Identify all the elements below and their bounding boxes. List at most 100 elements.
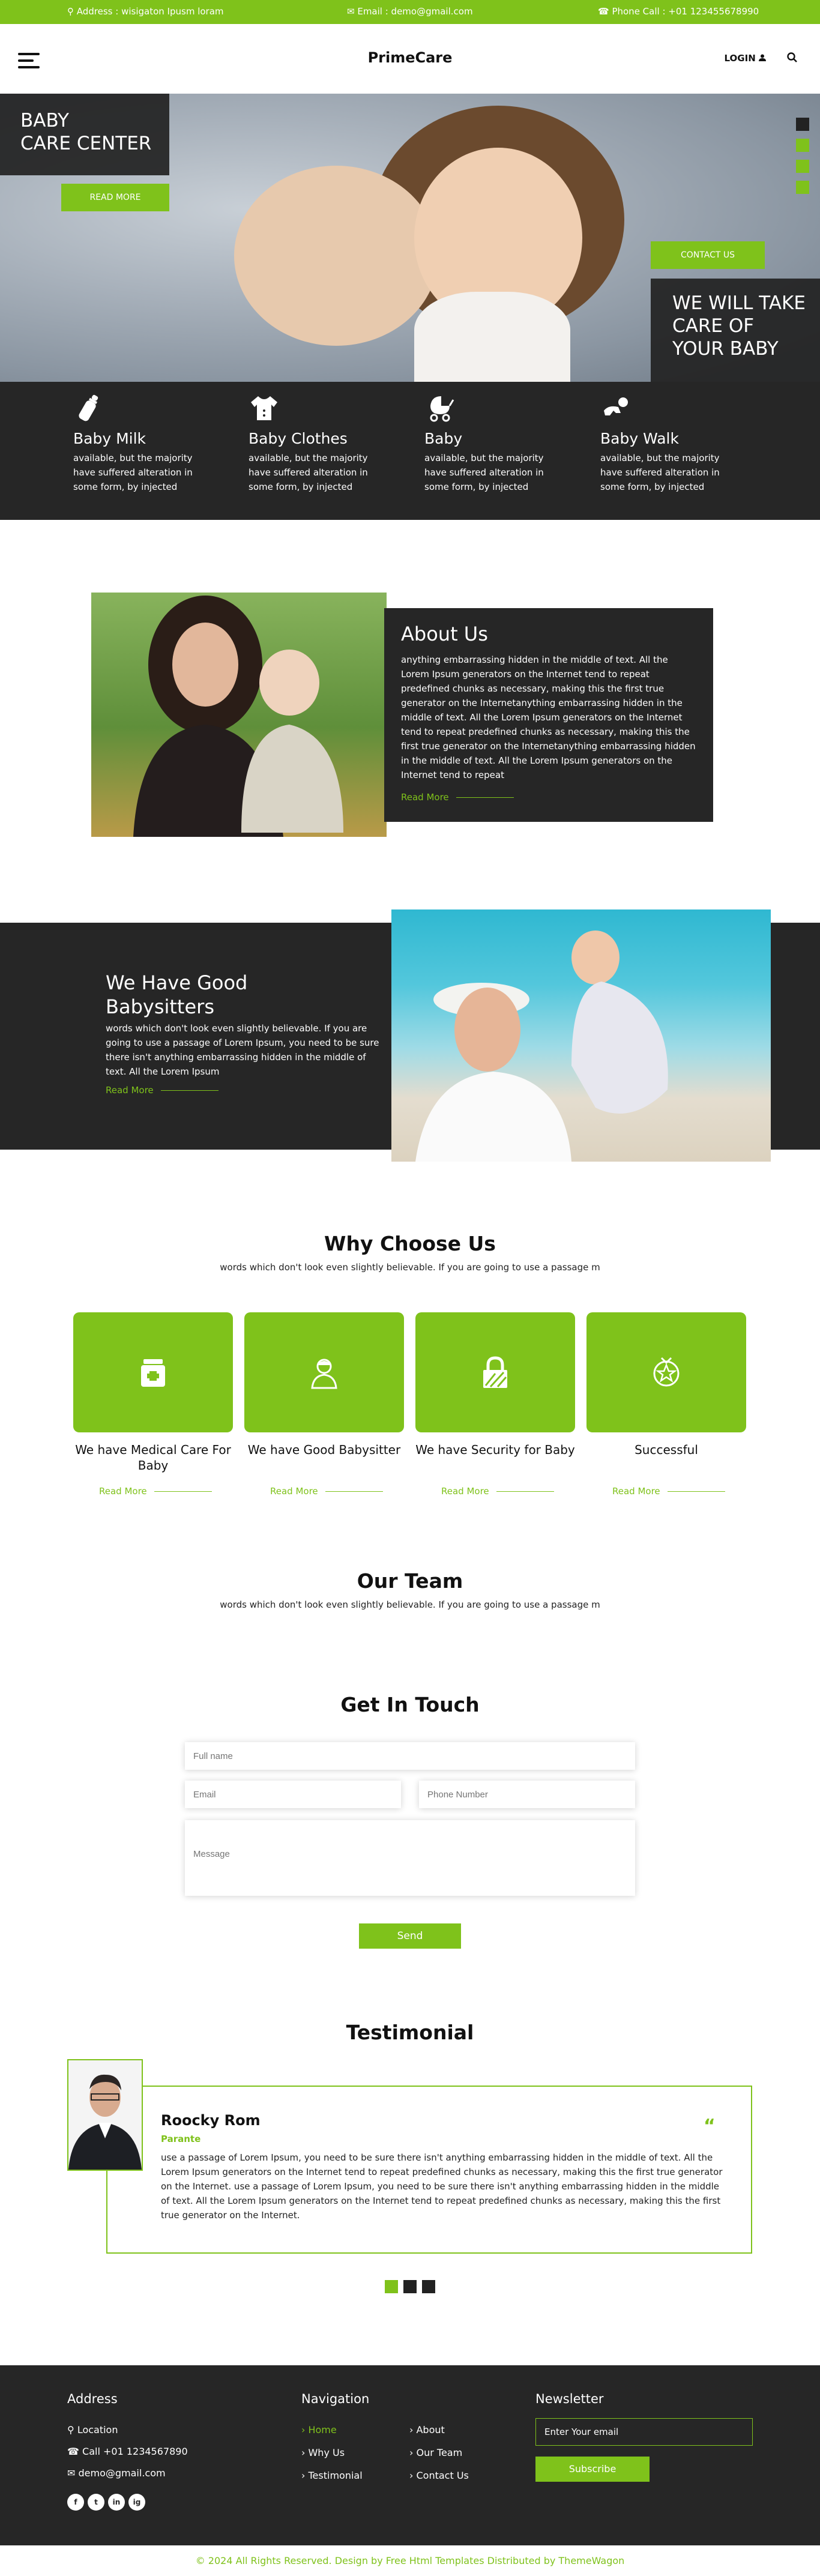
phone-icon: ☎ (67, 2446, 79, 2457)
mother-baby-illustration (133, 596, 343, 837)
about-section: About Us anything embarrassing hidden in… (384, 608, 713, 822)
babysitter-icon (311, 1359, 337, 1389)
hero-title: BABY CARE CENTER (20, 110, 152, 154)
about-photo (91, 593, 387, 837)
hero-title-box: BABY CARE CENTER (0, 94, 169, 175)
search-icon[interactable] (786, 52, 798, 64)
feature-item: Baby Clothes available, but the majority… (249, 393, 393, 494)
copyright: © 2024 All Rights Reserved. Design by Fr… (0, 2545, 820, 2576)
lock-icon (483, 1356, 507, 1388)
top-info-bar: ⚲ Address : wisigaton Ipusm loram ✉ Emai… (0, 0, 820, 24)
slide-dot[interactable] (796, 181, 809, 194)
testimonial-role: Parante (161, 2134, 201, 2144)
footer-address-title: Address (67, 2392, 118, 2406)
team-subtitle: words which don't look even slightly bel… (220, 1599, 600, 1610)
fullname-input[interactable] (185, 1742, 635, 1770)
babysitters-text: words which don't look even slightly bel… (106, 1023, 379, 1077)
linkedin-icon[interactable]: in (108, 2494, 125, 2511)
features-strip: Baby Milk available, but the majority ha… (0, 382, 820, 520)
login-link[interactable]: LOGIN (725, 53, 766, 64)
babysitters-read-more-link[interactable]: Read More (106, 1085, 219, 1096)
about-text: anything embarrassing hidden in the midd… (401, 654, 696, 780)
slide-dot[interactable] (403, 2280, 417, 2293)
contact-title: Get In Touch (340, 1693, 480, 1716)
twitter-icon[interactable]: t (88, 2494, 104, 2511)
why-read-more-link[interactable]: Read More (99, 1486, 212, 1497)
feature-item: Baby Milk available, but the majority ha… (73, 393, 217, 494)
hero-photo-dress (414, 292, 570, 382)
babysitter-photo (391, 909, 771, 1162)
slide-dot[interactable] (796, 139, 809, 152)
why-card[interactable] (415, 1312, 575, 1432)
testimonial-title: Testimonial (346, 2021, 474, 2044)
topbar-phone[interactable]: ☎ Phone Call : +01 123455678990 (598, 6, 759, 17)
why-card-title: We have Medical Care For Baby (75, 1443, 231, 1473)
feature-item: Baby available, but the majority have su… (424, 393, 568, 494)
hero-banner: BABY CARE CENTER READ MORE CONTACT US WE… (0, 94, 820, 382)
message-textarea[interactable] (185, 1820, 635, 1896)
slide-dot[interactable] (422, 2280, 435, 2293)
why-title: Why Choose Us (324, 1232, 496, 1255)
footer-phone[interactable]: ☎ Call +01 1234567890 (67, 2446, 188, 2457)
read-more-button[interactable]: READ MORE (61, 184, 169, 211)
why-subtitle: words which don't look even slightly bel… (220, 1262, 600, 1273)
social-links: f t in ig (67, 2494, 149, 2511)
user-icon (759, 54, 766, 61)
site-header: PrimeCare LOGIN (0, 24, 820, 94)
envelope-icon: ✉ (67, 2467, 76, 2479)
footer-nav-why-us[interactable]: › Why Us (301, 2447, 345, 2458)
crawling-baby-icon (604, 397, 628, 415)
topbar-email[interactable]: ✉ Email : demo@gmail.com (347, 6, 473, 17)
hero-slider-dots (796, 118, 809, 202)
about-title: About Us (401, 623, 488, 645)
why-card[interactable] (73, 1312, 233, 1432)
baby-stroller-icon (430, 396, 454, 422)
email-input[interactable] (185, 1781, 401, 1808)
phone-input[interactable] (419, 1781, 635, 1808)
why-read-more-link[interactable]: Read More (270, 1486, 383, 1497)
footer-nav-about[interactable]: › About (409, 2424, 445, 2436)
footer-nav-contact[interactable]: › Contact Us (409, 2470, 469, 2481)
mother-lifting-baby-illustration (415, 931, 668, 1162)
subscribe-button[interactable]: Subscribe (535, 2457, 650, 2482)
footer-email[interactable]: ✉ demo@gmail.com (67, 2467, 166, 2479)
footer-nav-home[interactable]: › Home (301, 2424, 337, 2436)
testimonial-text: use a passage of Lorem Ipsum, you need t… (161, 2152, 723, 2221)
footer-nav-title: Navigation (301, 2392, 370, 2406)
team-title: Our Team (357, 1569, 463, 1593)
site-logo[interactable]: PrimeCare (0, 49, 820, 66)
site-footer: Address ⚲ Location ☎ Call +01 1234567890… (0, 2365, 820, 2545)
hero-photo-baby (234, 166, 438, 346)
why-read-more-link[interactable]: Read More (612, 1486, 725, 1497)
person-portrait-illustration (68, 2074, 142, 2170)
slide-dot[interactable] (385, 2280, 398, 2293)
why-card-title: We have Good Babysitter (247, 1443, 401, 1457)
why-card-title: We have Security for Baby (415, 1443, 575, 1457)
medal-star-icon (653, 1357, 680, 1387)
babysitters-title: We Have Good Babysitters (106, 971, 248, 1018)
testimonial-name: Roocky Rom (161, 2112, 261, 2129)
slide-dot[interactable] (796, 160, 809, 173)
baby-clothes-icon (251, 396, 277, 420)
newsletter-email-input[interactable]: Enter Your email (535, 2418, 753, 2446)
slide-dot[interactable] (796, 118, 809, 131)
footer-newsletter-title: Newsletter (535, 2392, 604, 2406)
milk-bottle-icon (79, 394, 98, 421)
about-read-more-link[interactable]: Read More (401, 792, 514, 803)
why-card[interactable] (244, 1312, 404, 1432)
medicine-jar-icon (141, 1359, 165, 1387)
facebook-icon[interactable]: f (67, 2494, 84, 2511)
send-button[interactable]: Send (359, 1923, 461, 1949)
why-card-title: Successful (635, 1443, 698, 1457)
footer-nav-testimonial[interactable]: › Testimonial (301, 2470, 363, 2481)
footer-location[interactable]: ⚲ Location (67, 2424, 118, 2436)
hero-tagline-box: WE WILL TAKE CARE OF YOUR BABY (651, 279, 820, 382)
why-card[interactable] (586, 1312, 746, 1432)
feature-item: Baby Walk available, but the majority ha… (600, 393, 744, 494)
footer-nav-our-team[interactable]: › Our Team (409, 2447, 462, 2458)
why-read-more-link[interactable]: Read More (441, 1486, 554, 1497)
contact-us-button[interactable]: CONTACT US (651, 241, 765, 269)
hero-tagline: WE WILL TAKE CARE OF YOUR BABY (672, 292, 806, 360)
testimonial-slider-dots (385, 2280, 441, 2296)
instagram-icon[interactable]: ig (128, 2494, 145, 2511)
